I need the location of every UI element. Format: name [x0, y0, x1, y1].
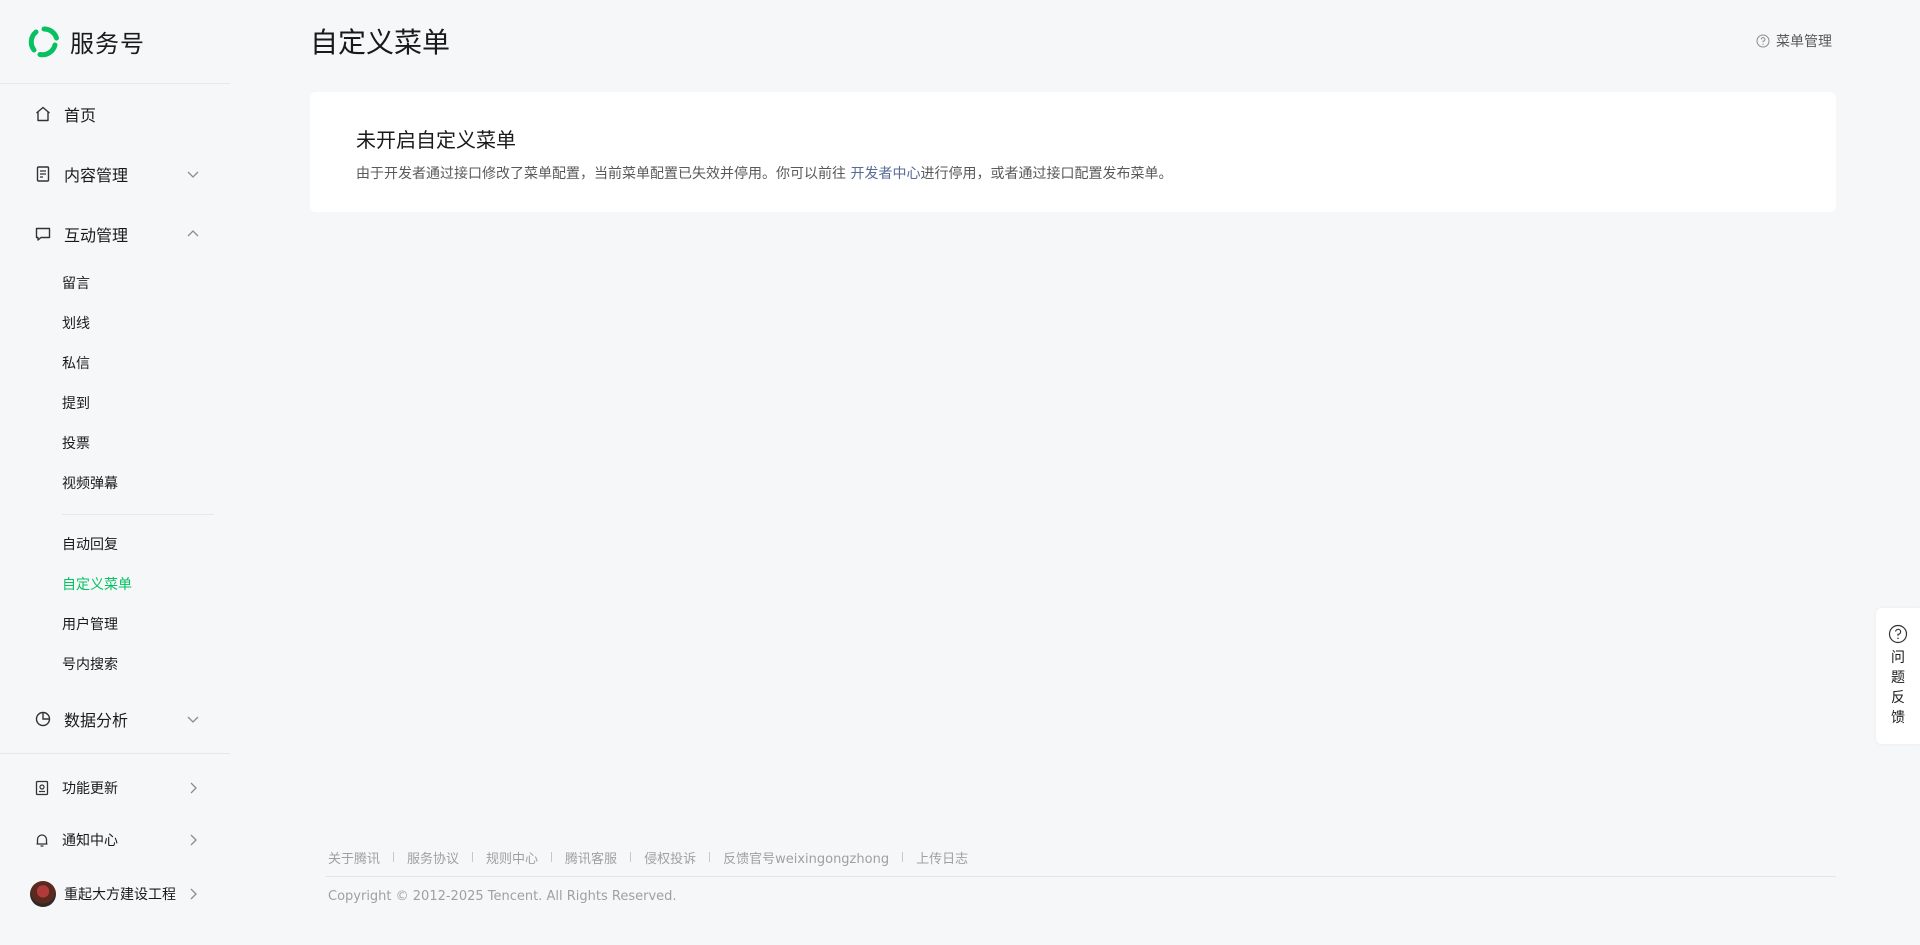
card-description: 由于开发者通过接口修改了菜单配置，当前菜单配置已失效并停用。你可以前往 开发者中… [356, 163, 1790, 183]
card-desc-before: 由于开发者通过接口修改了菜单配置，当前菜单配置已失效并停用。你可以前往 [356, 166, 851, 182]
footer-separator [630, 852, 632, 862]
chevron-right-icon [186, 833, 200, 847]
footer-link-about[interactable]: 关于腾讯 [328, 848, 380, 867]
sub-item-highlights[interactable]: 划线 [0, 304, 230, 344]
status-card: 未开启自定义菜单 由于开发者通过接口修改了菜单配置，当前菜单配置已失效并停用。你… [310, 92, 1836, 212]
developer-center-link[interactable]: 开发者中心 [850, 166, 920, 182]
sub-item-messages[interactable]: 私信 [0, 344, 230, 384]
chevron-right-icon [186, 887, 200, 901]
feedback-label: 问题反馈 [1891, 650, 1905, 726]
chevron-down-icon [186, 712, 200, 726]
footer-separator [393, 852, 395, 862]
sub-item-custom-menu[interactable]: 自定义菜单 [0, 565, 230, 605]
section-divider [0, 753, 230, 754]
copyright: Copyright © 2012-2025 Tencent. All Right… [328, 889, 677, 904]
nav-feature-updates[interactable]: 功能更新 [0, 762, 230, 814]
sub-item-in-account-search[interactable]: 号内搜索 [0, 645, 230, 685]
footer-link-upload-log[interactable]: 上传日志 [916, 848, 968, 867]
nav-content[interactable]: 内容管理 [0, 144, 230, 204]
footer-link-rules[interactable]: 规则中心 [486, 848, 538, 867]
chevron-up-icon [186, 227, 200, 241]
feedback-button[interactable]: 问题反馈 [1876, 608, 1920, 744]
sub-item-auto-reply[interactable]: 自动回复 [0, 525, 230, 565]
interaction-sub-list: 留言 划线 私信 提到 投票 视频弹幕 自动回复 自定义菜单 用户管理 号内搜索 [0, 264, 230, 685]
nav-content-label: 内容管理 [64, 166, 129, 185]
page-header: 自定义菜单 菜单管理 [310, 0, 1836, 92]
account-name: 重起大方建设工程 [64, 887, 176, 903]
avatar [30, 881, 56, 907]
update-book-icon [34, 780, 50, 796]
footer-separator [709, 852, 711, 862]
menu-management-label: 菜单管理 [1776, 34, 1832, 50]
footer-link-support[interactable]: 腾讯客服 [565, 848, 617, 867]
main-content: 自定义菜单 菜单管理 未开启自定义菜单 由于开发者通过接口修改了菜单配置，当前菜… [310, 0, 1836, 945]
bell-icon [34, 832, 50, 848]
nav-feature-updates-label: 功能更新 [62, 781, 118, 797]
footer-links: 关于腾讯 服务协议 规则中心 腾讯客服 侵权投诉 反馈官号weixingongz… [328, 846, 1836, 868]
footer-link-terms[interactable]: 服务协议 [407, 848, 459, 867]
footer-separator [472, 852, 474, 862]
help-circle-icon [1756, 34, 1770, 48]
nav-interaction-label: 互动管理 [64, 226, 129, 245]
sidebar: 服务号 首页 内容管理 互动管理 留言 划线 私信 提到 投票 视频弹幕 自动回… [0, 0, 230, 945]
nav-home[interactable]: 首页 [0, 84, 230, 144]
help-circle-icon [1888, 624, 1908, 644]
footer-divider [326, 876, 1836, 877]
app: 服务号 首页 内容管理 互动管理 留言 划线 私信 提到 投票 视频弹幕 自动回… [0, 0, 1920, 945]
wechat-logo-icon [28, 25, 60, 58]
nav-notification-center[interactable]: 通知中心 [0, 814, 230, 866]
chevron-down-icon [186, 167, 200, 181]
footer-link-infringement[interactable]: 侵权投诉 [644, 848, 696, 867]
sub-divider [62, 514, 214, 515]
sub-item-video-danmaku[interactable]: 视频弹幕 [0, 464, 230, 504]
chevron-right-icon [186, 781, 200, 795]
account-switcher[interactable]: 重起大方建设工程 [0, 868, 230, 920]
sub-item-user-management[interactable]: 用户管理 [0, 605, 230, 645]
footer-link-feedback-account[interactable]: 反馈官号weixingongzhong [723, 848, 889, 867]
pie-chart-icon [34, 710, 52, 728]
brand-title: 服务号 [70, 30, 145, 58]
footer-separator [902, 852, 904, 862]
nav-analytics[interactable]: 数据分析 [0, 689, 230, 749]
nav-interaction[interactable]: 互动管理 [0, 204, 230, 264]
nav-analytics-label: 数据分析 [64, 711, 129, 730]
home-icon [34, 105, 52, 123]
nav-notification-center-label: 通知中心 [62, 833, 118, 849]
chat-bubble-icon [34, 225, 52, 243]
card-desc-after: 进行停用，或者通过接口配置发布菜单。 [920, 166, 1173, 182]
footer-separator [551, 852, 553, 862]
document-icon [34, 165, 52, 183]
sub-item-votes[interactable]: 投票 [0, 424, 230, 464]
menu-management-link[interactable]: 菜单管理 [1756, 31, 1832, 51]
page-title: 自定义菜单 [310, 26, 451, 59]
brand[interactable]: 服务号 [0, 0, 230, 84]
sub-item-comments[interactable]: 留言 [0, 264, 230, 304]
footer: 关于腾讯 服务协议 规则中心 腾讯客服 侵权投诉 反馈官号weixingongz… [326, 846, 1836, 904]
sub-item-mentions[interactable]: 提到 [0, 384, 230, 424]
nav-home-label: 首页 [64, 106, 97, 125]
card-title: 未开启自定义菜单 [356, 128, 516, 152]
